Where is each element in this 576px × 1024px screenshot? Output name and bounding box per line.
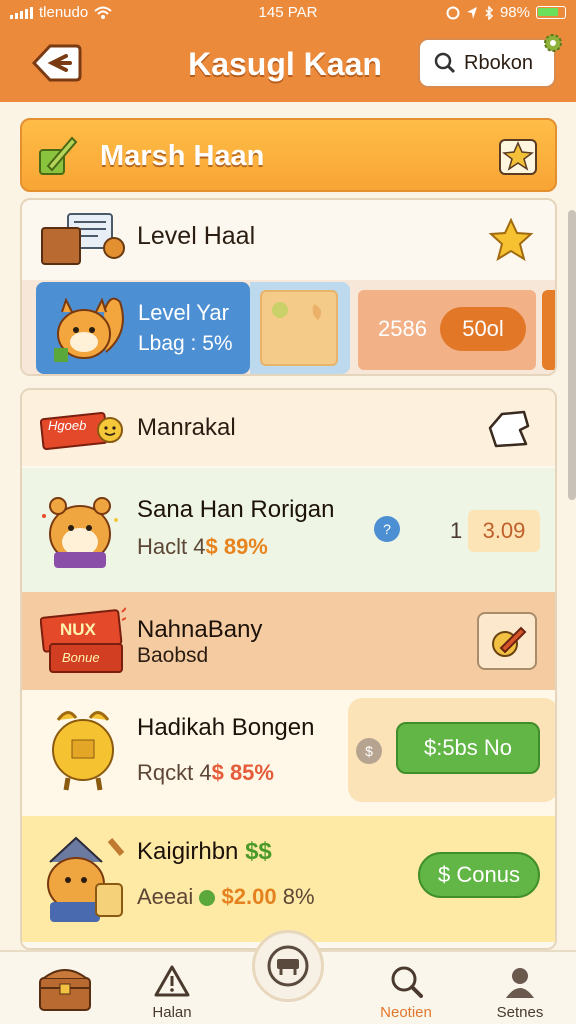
box-label-top: NUX bbox=[60, 620, 96, 639]
tab-label: Setnes bbox=[496, 1004, 544, 1021]
info-icon[interactable]: ? bbox=[374, 516, 400, 542]
magnifier-icon bbox=[391, 966, 423, 998]
gold-bag-icon bbox=[52, 711, 114, 791]
chest-news-icon bbox=[41, 213, 125, 265]
coin-leaf-icon bbox=[272, 302, 322, 320]
price-tag[interactable]: 3.09 bbox=[468, 510, 540, 552]
bluetooth-icon bbox=[485, 5, 494, 20]
section-header: Hgoeb Manrakal bbox=[22, 390, 555, 466]
box-label-bottom: Bonue bbox=[62, 650, 100, 665]
dollar-info-icon[interactable]: $ bbox=[356, 738, 382, 764]
battery-icon bbox=[536, 6, 566, 19]
row-subtitle: Haclt 4$ 89% bbox=[137, 534, 268, 559]
status-bar: tlenudo 145 PAR 98% bbox=[0, 0, 576, 26]
star-icon[interactable] bbox=[488, 218, 534, 262]
tab-setnes[interactable]: Setnes bbox=[472, 952, 568, 1024]
edit-button[interactable] bbox=[477, 612, 537, 670]
tab-label: Neotien bbox=[380, 1004, 432, 1021]
pencil-icon bbox=[39, 136, 78, 175]
row-subtitle: Baobsd bbox=[137, 644, 209, 667]
chef-squirrel-icon bbox=[47, 836, 125, 922]
row-title: Hadikah Bongen bbox=[137, 714, 315, 741]
search-label: Rbokon bbox=[464, 51, 533, 74]
level-card-title: Level Haal bbox=[137, 222, 256, 250]
level-active-item[interactable]: Level Yar Lbag : 5% bbox=[36, 282, 250, 374]
scrollbar[interactable] bbox=[568, 210, 576, 500]
level-active-title: Level Yar bbox=[138, 300, 229, 325]
search-icon bbox=[434, 52, 456, 74]
tab-neotien[interactable]: Neotien bbox=[358, 952, 454, 1024]
coin-icon bbox=[199, 890, 216, 907]
star-card-icon[interactable] bbox=[496, 134, 540, 178]
message-icon bbox=[267, 945, 309, 987]
warning-icon bbox=[154, 965, 190, 997]
hero-banner[interactable]: Marsh Haan bbox=[20, 118, 557, 192]
row-subtitle: Rqckt 4$ 85% bbox=[137, 760, 274, 785]
hamster-icon bbox=[42, 497, 118, 568]
section-title: Manrakal bbox=[137, 414, 236, 441]
level-score-box: 2586 50ol bbox=[358, 290, 536, 370]
gift-box-icon bbox=[40, 607, 126, 673]
level-locked-card[interactable] bbox=[260, 290, 338, 366]
level-next-edge[interactable] bbox=[542, 290, 555, 370]
price-prefix: 1 bbox=[450, 518, 463, 543]
row-title: Sana Han Rorigan bbox=[137, 496, 335, 523]
user-icon bbox=[506, 968, 534, 998]
level-strip: Level Yar Lbag : 5% 2586 50ol bbox=[22, 280, 555, 374]
chest-icon bbox=[39, 969, 91, 1011]
tab-halan[interactable]: Halan bbox=[124, 952, 220, 1024]
tab-label: Halan bbox=[152, 1004, 192, 1021]
row-title: Kaigirhbn $$ bbox=[137, 838, 272, 865]
bonus-button[interactable]: $ Conus bbox=[418, 852, 540, 898]
gear-icon[interactable] bbox=[542, 32, 564, 54]
row-title: NahnaBany bbox=[137, 616, 263, 643]
tab-chest[interactable] bbox=[16, 952, 112, 1024]
alarm-icon bbox=[446, 6, 460, 19]
ticket-badge: Hgoeb bbox=[48, 418, 87, 433]
list-item[interactable]: Sana Han Rorigan Haclt 4$ 89% ? 1 3.09 bbox=[22, 468, 555, 592]
banner-title: Marsh Haan bbox=[100, 140, 265, 172]
back-house-icon bbox=[31, 44, 82, 82]
bottom-tab-bar: Halan Neotien Setnes bbox=[0, 930, 576, 1024]
squirrel-icon bbox=[54, 297, 124, 362]
row-action-panel: $ $:5bs No bbox=[348, 698, 555, 802]
back-button[interactable] bbox=[30, 40, 82, 86]
level-pill-button[interactable]: 50ol bbox=[440, 307, 526, 351]
house-share-icon[interactable] bbox=[486, 408, 532, 450]
level-active-sub: Lbag : 5% bbox=[138, 332, 233, 355]
battery-percent: 98% bbox=[499, 4, 530, 21]
location-icon bbox=[466, 6, 477, 19]
app-header: Kasugl Kaan Rbokon bbox=[0, 26, 576, 102]
level-card: Level Haal Level Yar Lbag : 5% 2586 50ol bbox=[20, 198, 557, 376]
primary-action-button[interactable]: $:5bs No bbox=[396, 722, 540, 774]
center-action-button[interactable] bbox=[252, 930, 324, 1002]
row-subtitle: Aeeai $2.00 8% bbox=[137, 884, 315, 909]
page-title: Kasugl Kaan bbox=[188, 46, 382, 82]
list-item[interactable]: Kaigirhbn $$ Aeeai $2.00 8% $ Conus bbox=[22, 816, 555, 942]
list-item[interactable]: NUX Bonue NahnaBany Baobsd bbox=[22, 592, 555, 690]
level-score: 2586 bbox=[378, 316, 427, 341]
search-button[interactable]: Rbokon bbox=[418, 34, 562, 88]
pencil-coin-icon bbox=[492, 626, 527, 657]
offers-card: Hgoeb Manrakal Sana Han Rorigan Haclt 4$… bbox=[20, 388, 557, 950]
list-item[interactable]: Hadikah Bongen Rqckt 4$ 85% $ $:5bs No bbox=[22, 690, 555, 816]
